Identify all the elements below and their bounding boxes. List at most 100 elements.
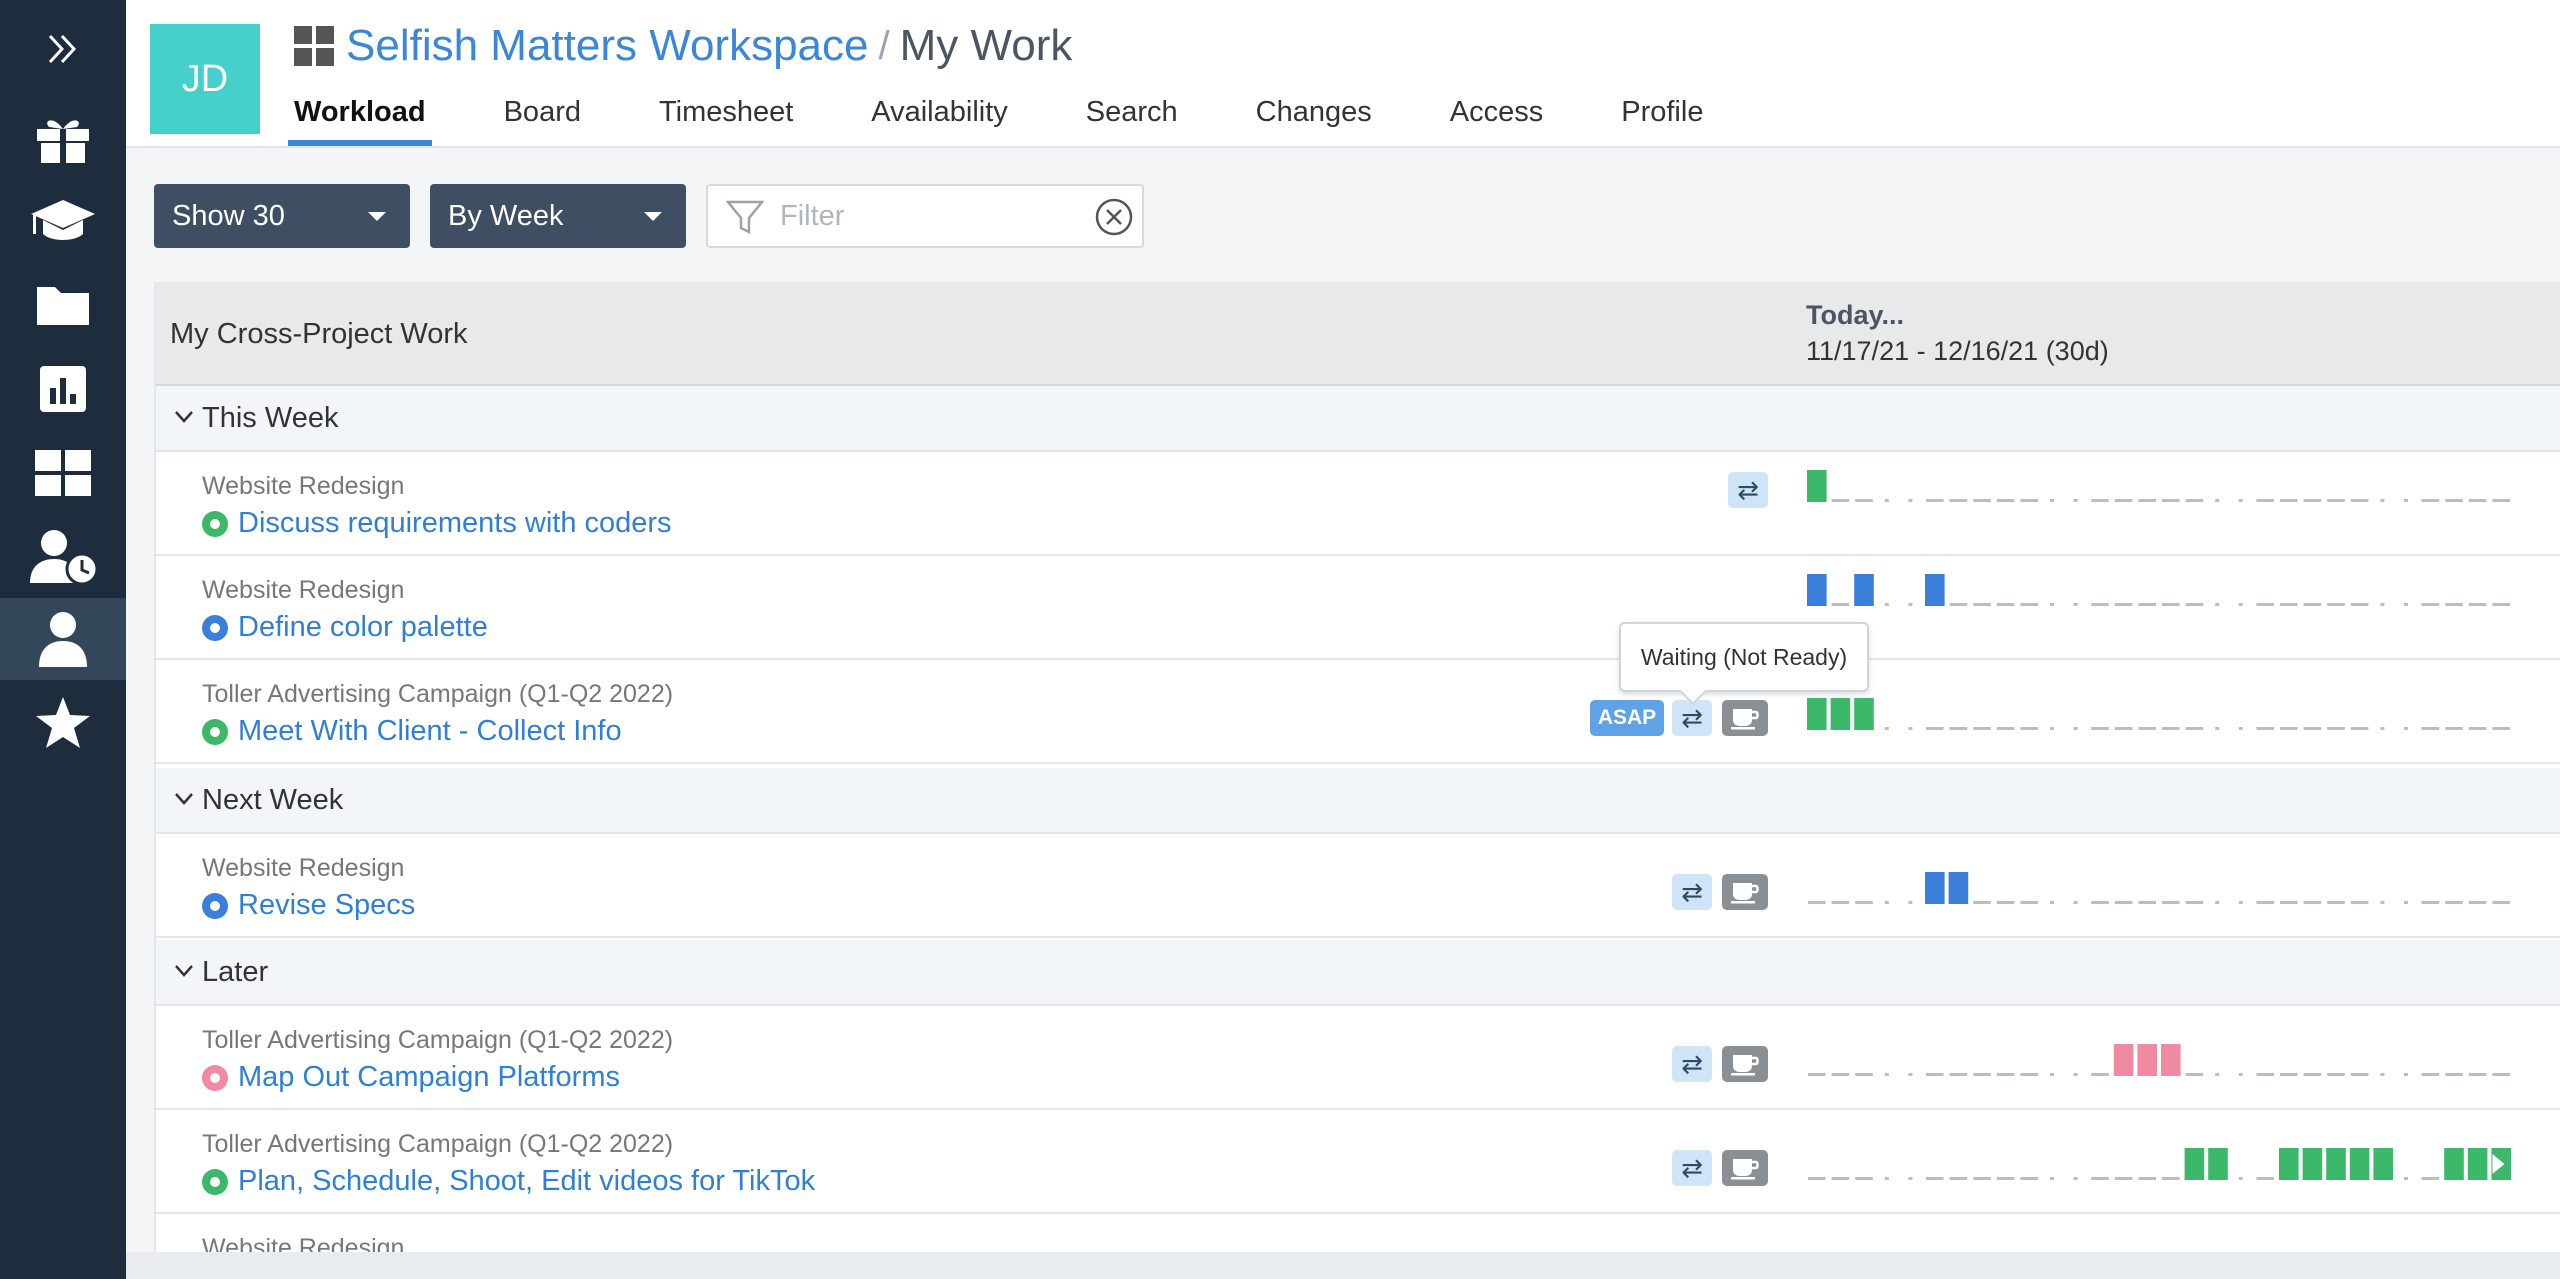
dependency-swap-badge[interactable]: ⇄	[1672, 874, 1712, 910]
tab-workload[interactable]: Workload	[288, 88, 432, 146]
task-link[interactable]: Discuss requirements with coders	[202, 507, 672, 540]
empty-day-dash	[1926, 727, 1944, 730]
period-select[interactable]: By Week	[430, 184, 686, 248]
dependency-swap-badge[interactable]: ⇄	[1672, 700, 1712, 736]
waiting-cup-badge[interactable]	[1722, 874, 1768, 910]
sidebar-item-reports[interactable]	[0, 348, 126, 430]
project-name[interactable]: Toller Advertising Campaign (Q1-Q2 2022)	[202, 1130, 673, 1159]
empty-day-dash	[1973, 901, 1991, 904]
empty-day-dash	[2280, 1073, 2298, 1076]
task-link[interactable]: Define color palette	[202, 611, 488, 644]
workload-block[interactable]	[2208, 1148, 2228, 1180]
project-name[interactable]: Website Redesign	[202, 576, 404, 605]
sidebar-item-my-work[interactable]	[0, 598, 126, 680]
workload-block[interactable]	[2349, 1148, 2370, 1180]
timeline-svg	[1807, 698, 2510, 730]
sidebar-item-whats-new[interactable]	[0, 98, 126, 180]
status-dot-icon[interactable]	[202, 614, 228, 641]
asap-badge[interactable]: ASAP	[1590, 700, 1664, 736]
empty-day-dash	[1808, 901, 1826, 904]
workload-block[interactable]	[2279, 1148, 2299, 1180]
tab-search[interactable]: Search	[1086, 88, 1178, 146]
empty-day-dash	[1831, 1177, 1850, 1180]
project-name[interactable]: Toller Advertising Campaign (Q1-Q2 2022)	[202, 1026, 673, 1055]
workload-block[interactable]	[1807, 470, 1827, 502]
workload-block[interactable]	[1807, 698, 1827, 730]
sidebar-item-dashboard[interactable]	[0, 432, 126, 514]
dependency-swap-badge[interactable]: ⇄	[1672, 1046, 1712, 1082]
sidebar-item-favorites[interactable]	[0, 682, 126, 764]
workload-block[interactable]	[2184, 1148, 2205, 1180]
sidebar-expand-button[interactable]	[0, 8, 126, 90]
work-table: My Cross-Project Work Today... 11/17/21 …	[154, 282, 2560, 1252]
empty-day-dash	[2256, 727, 2274, 730]
avatar[interactable]: JD	[150, 24, 260, 134]
tab-timesheet[interactable]: Timesheet	[659, 88, 793, 146]
group-header-this-week[interactable]: This Week	[156, 386, 2560, 452]
empty-day-dash	[2280, 727, 2298, 730]
workload-block[interactable]	[2113, 1044, 2134, 1076]
horizontal-scrollbar[interactable]	[126, 1252, 2560, 1279]
empty-day-dash	[2185, 499, 2204, 502]
task-link[interactable]: Meet With Client - Collect Info	[202, 715, 622, 748]
empty-day-dash	[2020, 727, 2038, 730]
tab-availability[interactable]: Availability	[871, 88, 1007, 146]
project-name[interactable]: Toller Advertising Campaign (Q1-Q2 2022)	[202, 680, 673, 709]
clear-filter-icon[interactable]	[1094, 197, 1134, 237]
show-count-select[interactable]: Show 30	[154, 184, 410, 248]
waiting-cup-badge[interactable]	[1722, 1046, 1768, 1082]
timeline	[1806, 1040, 2518, 1100]
project-name[interactable]: Website Redesign	[202, 472, 404, 501]
waiting-cup-badge[interactable]	[1722, 1150, 1768, 1186]
timeline-svg	[1807, 574, 2510, 606]
tab-changes[interactable]: Changes	[1256, 88, 1372, 146]
weekend-dot	[2073, 603, 2078, 606]
tab-board[interactable]: Board	[504, 88, 581, 146]
empty-day-dash	[2091, 499, 2109, 502]
status-dot-icon[interactable]	[202, 718, 228, 745]
timeline-svg	[1807, 470, 2510, 502]
workload-block[interactable]	[2444, 1148, 2464, 1180]
sidebar-item-learn[interactable]	[0, 180, 126, 262]
workload-block[interactable]	[1854, 574, 1874, 606]
workload-block[interactable]	[2302, 1148, 2323, 1180]
workload-block[interactable]	[1807, 574, 1827, 606]
page-title: My Work	[899, 21, 1073, 70]
workload-block[interactable]	[1830, 698, 1851, 730]
tab-access[interactable]: Access	[1450, 88, 1543, 146]
waiting-cup-badge[interactable]	[1722, 700, 1768, 736]
workload-block[interactable]	[2161, 1044, 2181, 1076]
workload-block[interactable]	[1925, 872, 1945, 904]
project-name[interactable]: Website Redesign	[202, 1234, 404, 1252]
status-dot-icon[interactable]	[202, 1064, 228, 1091]
status-dot-icon[interactable]	[202, 1168, 228, 1195]
task-link[interactable]: Plan, Schedule, Shoot, Edit videos for T…	[202, 1165, 815, 1198]
workload-block[interactable]	[1948, 872, 1969, 904]
sidebar-item-projects[interactable]	[0, 264, 126, 346]
task-link[interactable]: Revise Specs	[202, 889, 415, 922]
status-dot-icon[interactable]	[202, 892, 228, 919]
workload-block[interactable]	[2137, 1044, 2157, 1076]
workload-block[interactable]	[2326, 1148, 2346, 1180]
project-name[interactable]: Website Redesign	[202, 854, 404, 883]
coffee-cup-icon	[1731, 1055, 1759, 1076]
workspace-link[interactable]: Selfish Matters Workspace	[346, 21, 868, 71]
workload-block[interactable]	[1854, 698, 1874, 730]
today-label[interactable]: Today...	[1806, 300, 1904, 331]
sidebar-item-team-availability[interactable]	[0, 516, 126, 598]
empty-day-dash	[1831, 1073, 1850, 1076]
dependency-swap-badge[interactable]: ⇄	[1728, 472, 1768, 508]
tab-profile[interactable]: Profile	[1621, 88, 1703, 146]
empty-day-dash	[2303, 901, 2322, 904]
filter-input[interactable]	[780, 196, 1080, 236]
workload-block[interactable]	[2467, 1148, 2488, 1180]
weekend-dot	[2404, 499, 2408, 502]
workload-block[interactable]	[1925, 574, 1945, 606]
dependency-swap-badge[interactable]: ⇄	[1672, 1150, 1712, 1186]
workload-block[interactable]	[2373, 1148, 2393, 1180]
group-header-later[interactable]: Later	[156, 940, 2560, 1006]
weekend-dot	[2404, 727, 2408, 730]
task-link[interactable]: Map Out Campaign Platforms	[202, 1061, 620, 1094]
group-header-next-week[interactable]: Next Week	[156, 768, 2560, 834]
status-dot-icon[interactable]	[202, 510, 228, 537]
